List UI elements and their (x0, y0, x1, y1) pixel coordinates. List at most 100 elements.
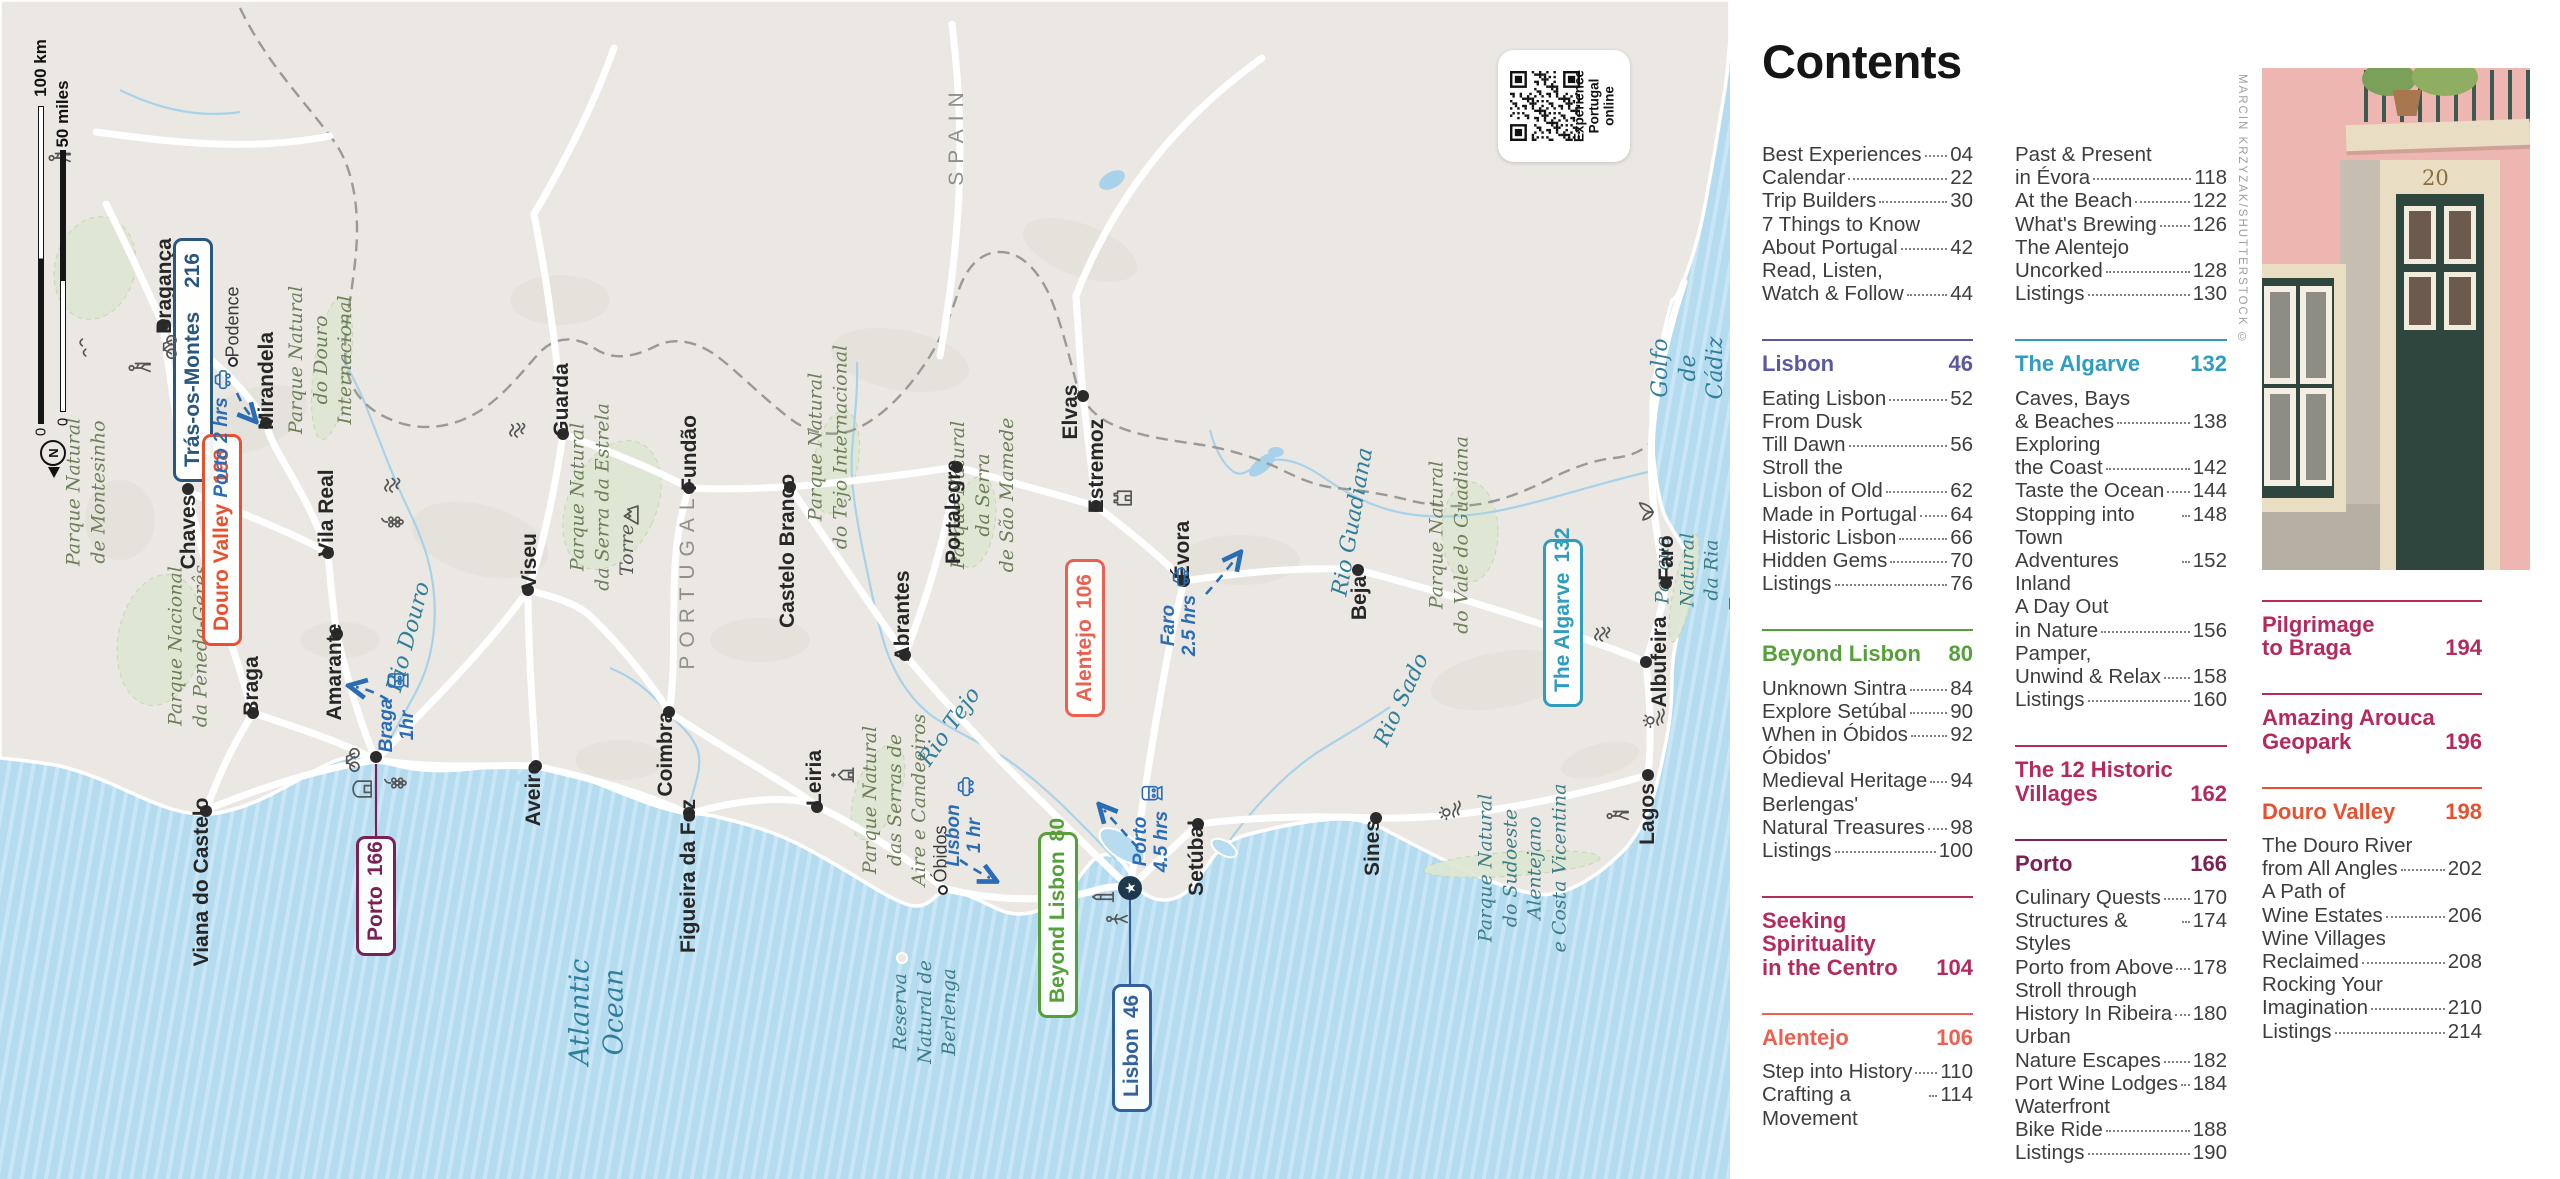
entry-title: Lisbon of Old (1762, 479, 1883, 502)
entry-line: Listings214 (2262, 1020, 2482, 1043)
entry-line: Natural Treasures98 (1762, 816, 1973, 839)
entry-line: Trip Builders30 (1762, 189, 1973, 212)
entry-line: Listings160 (2015, 688, 2227, 711)
beyond-lisbon-box: Beyond Lisbon80 (1038, 832, 1078, 1018)
entry-page-number: 84 (1950, 677, 1973, 700)
section-header: Amazing AroucaGeopark196 (2262, 706, 2482, 752)
dot-leader (2182, 561, 2190, 563)
tras-os-montes-box-page: 216 (181, 253, 205, 288)
entry-title: Imagination (2262, 996, 2368, 1019)
section-header: Porto166 (2015, 852, 2227, 875)
toc-entry-crafting-a-movement: Crafting a Movement 114 (1762, 1083, 1973, 1129)
section-header: Alentejo106 (1762, 1026, 1973, 1049)
entry-title: When in Óbidos (1762, 723, 1908, 746)
entry-page-number: 64 (1950, 503, 1973, 526)
toc-entry-hidden-gems: Hidden Gems70 (1762, 549, 1973, 572)
toc-entry-listings: Listings100 (1762, 839, 1973, 862)
beja-dot (1352, 564, 1364, 576)
entry-page-number: 114 (1940, 1083, 1973, 1106)
window-pane (2264, 388, 2296, 486)
entry-line: When in Óbidos92 (1762, 723, 1973, 746)
entry-page-number: 214 (2448, 1020, 2482, 1043)
entry-line: in Nature156 (2015, 619, 2227, 642)
entry-line: The Alentejo (2015, 236, 2227, 259)
section-page-number: 106 (1936, 1026, 1973, 1049)
section-title-line: The Algarve132 (2015, 352, 2227, 375)
entry-title: & Beaches (2015, 410, 2114, 433)
dot-leader (1930, 781, 1947, 783)
entry-page-number: 44 (1950, 282, 1973, 305)
toc-entry-when-in-bidos: When in Óbidos92 (1762, 723, 1973, 746)
entry-line: Stroll through (2015, 979, 2227, 1002)
aire-candeeiros-park-label: Parque Natural das Serras de Aire e Cand… (858, 714, 932, 887)
monastery-icon (830, 762, 857, 789)
toc-section-alentejo: Alentejo106Step into History110Crafting … (1762, 1013, 1973, 1130)
entry-title: Listings (2015, 688, 2085, 711)
entry-page-number: 142 (2193, 456, 2227, 479)
section-rule (1762, 629, 1973, 631)
dot-leader (1899, 538, 1947, 540)
entry-line: & Beaches138 (2015, 410, 2227, 433)
beyond-lisbon-box-page: 80 (1046, 818, 1070, 841)
entry-title: Made in Portugal (1762, 503, 1917, 526)
entry-page-number: 170 (2193, 886, 2227, 909)
entry-title: Best Experiences (1762, 143, 1922, 166)
section-title: Porto (2015, 852, 2072, 875)
lisbon-box: Lisbon46 (1112, 984, 1152, 1112)
section-header: Douro Valley198 (2262, 800, 2482, 823)
entry-line: What's Brewing126 (2015, 213, 2227, 236)
window-pane (2300, 388, 2332, 486)
section-header: Pilgrimageto Braga194 (2262, 613, 2482, 659)
book-spread: Parque Natural de MontesinhoParque Nacio… (0, 0, 2560, 1179)
guarda-label: Guarda (551, 363, 573, 437)
porto-2hrs-note-text: Porto 2 hrs (212, 397, 233, 497)
dot-leader (2106, 1130, 2190, 1132)
entry-title: Taste the Ocean (2015, 479, 2164, 502)
door-pane (2444, 272, 2476, 330)
section-page-number: 198 (2445, 800, 2482, 823)
braga-1hr-note-text: Braga 1hr (377, 699, 419, 753)
entry-page-number: 66 (1950, 526, 1973, 549)
figueira-da-foz-label: Figueira da Foz (678, 799, 700, 953)
beyond-lisbon-box-name: Beyond Lisbon (1046, 851, 1070, 1003)
scale-miles-bar (60, 150, 66, 412)
section-page-number: 196 (2445, 730, 2482, 753)
toc-entry-pamper-unwind-relax: Pamper,Unwind & Relax158 (2015, 642, 2227, 688)
toc-section-amazing-arouca-geopark: Amazing AroucaGeopark196 (2262, 693, 2482, 752)
section-rule (2015, 339, 2227, 341)
lisbon-1hr-note: Lisbon 1 hr (944, 773, 986, 866)
qr-caption: Experience Portugal online (1572, 70, 1617, 142)
elvas-label: Elvas (1060, 385, 1082, 440)
section-header: The 12 HistoricVillages162 (2015, 758, 2227, 804)
car-icon (1167, 564, 1193, 590)
toc-entry-stopping-into-town: Stopping into Town148 (2015, 503, 2227, 549)
dot-leader (1848, 178, 1947, 180)
toc-column-3: Pilgrimageto Braga194 Amazing AroucaGeopa… (2262, 600, 2482, 1043)
entry-page-number: 70 (1950, 549, 1973, 572)
entry-page-number: 148 (2193, 503, 2227, 526)
entry-line: Past & Present (2015, 143, 2227, 166)
entry-page-number: 98 (1950, 816, 1973, 839)
porto-45hrs-note: Porto 4.5 hrs (1131, 780, 1173, 872)
toc-entry-past-present-in-vora: Past & Presentin Évora118 (2015, 143, 2227, 189)
section-page-number: 162 (2190, 782, 2227, 805)
toc-entry-from-dusk-till-dawn: From DuskTill Dawn56 (1762, 410, 1973, 456)
section-title-line: Beyond Lisbon80 (1762, 642, 1973, 665)
grapes-icon-2 (382, 770, 409, 797)
beja-label: Beja (1349, 576, 1371, 620)
dot-leader (2135, 201, 2189, 203)
entry-page-number: 122 (2193, 189, 2227, 212)
north-compass: N (34, 434, 68, 480)
toc-entry-rocking-your-imagination: Rocking YourImagination210 (2262, 973, 2482, 1019)
dot-leader (2164, 898, 2190, 900)
section-title-line: in the Centro104 (1762, 956, 1973, 979)
entry-page-number: 76 (1950, 572, 1973, 595)
dot-leader (2106, 468, 2190, 470)
entry-line: Uncorked128 (2015, 259, 2227, 282)
car-icon (209, 366, 235, 392)
porto-dot (370, 751, 382, 763)
entry-line: Stroll the (1762, 456, 1973, 479)
entry-page-number: 182 (2193, 1049, 2227, 1072)
dot-leader (2164, 677, 2190, 679)
entry-title: Crafting a Movement (1762, 1083, 1926, 1129)
